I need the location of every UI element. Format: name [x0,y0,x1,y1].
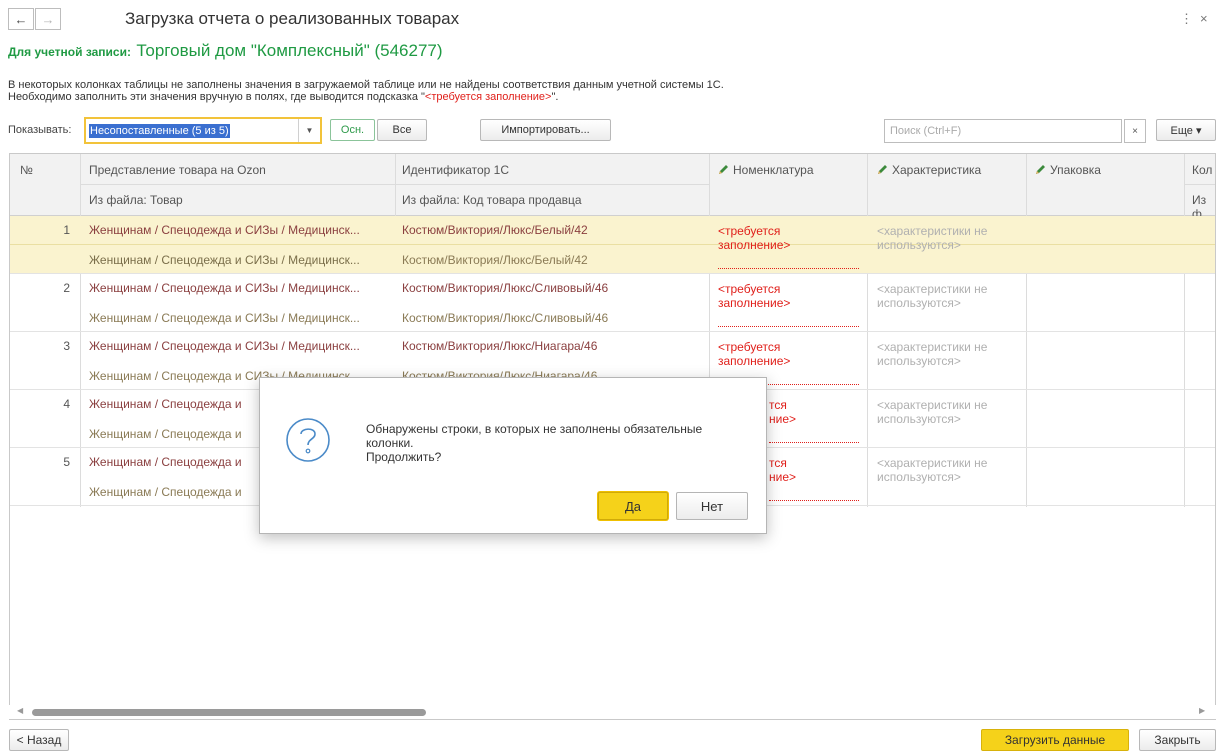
characteristic-cell: <характеристики не используются> [877,282,988,310]
main-filter-button[interactable]: Осн. [330,119,375,141]
back-nav-button[interactable]: ← [8,8,34,30]
all-filter-button[interactable]: Все [377,119,427,141]
account-line: Для учетной записи: Торговый дом "Компле… [8,41,443,61]
dialog-message: Обнаружены строки, в которых не заполнен… [366,422,703,464]
product-cell[interactable]: Женщинам / Спецодежда и СИЗы / Медицинск… [89,223,360,237]
col-package-header[interactable]: Упаковка [1035,163,1101,177]
col-id-sub-header: Из файла: Код товара продавца [402,193,582,207]
show-filter-value: Несопоставленные (5 из 5) [89,123,230,138]
show-filter-select[interactable]: Несопоставленные (5 из 5) ▼ [84,117,322,144]
nomenclature-required-cell[interactable]: <требуется заполнение> [718,340,790,368]
id-cell[interactable]: Костюм/Виктория/Люкс/Ниагара/46 [402,339,597,353]
scrollbar-thumb[interactable] [32,709,426,716]
dropdown-arrow-icon[interactable]: ▼ [298,119,320,142]
product-cell[interactable]: Женщинам / Спецодежда и [89,397,242,411]
characteristic-cell: <характеристики не используются> [877,456,988,484]
col-qty-header[interactable]: Кол [1192,163,1212,177]
id-file-cell[interactable]: Костюм/Виктория/Люкс/Белый/42 [402,253,588,267]
account-value[interactable]: Торговый дом "Комплексный" (546277) [136,41,442,60]
product-file-cell[interactable]: Женщинам / Спецодежда и СИЗы / Медицинск… [89,253,360,267]
window-title: Загрузка отчета о реализованных товарах [125,9,460,28]
characteristic-cell: <характеристики не используются> [877,398,988,426]
nomenclature-required-cell[interactable]: тся ние> [769,398,796,426]
characteristic-cell: <характеристики не используются> [877,340,988,368]
arrow-right-icon: → [41,11,55,27]
characteristic-cell: <характеристики не используются> [877,224,988,252]
nomenclature-required-cell[interactable]: <требуется заполнение> [718,282,790,310]
product-file-cell[interactable]: Женщинам / Спецодежда и [89,485,242,499]
info-line-2: Необходимо заполнить эти значения вручну… [8,91,559,103]
required-hint: <требуется заполнение> [424,91,552,103]
show-label: Показывать: [8,124,72,136]
search-input[interactable]: Поиск (Ctrl+F) [884,119,1122,143]
pencil-icon [1035,164,1046,175]
no-button[interactable]: Нет [676,492,748,520]
more-button[interactable]: Еще ▾ [1156,119,1216,141]
table-row[interactable]: 2 Женщинам / Спецодежда и СИЗы / Медицин… [10,274,1215,332]
id-cell[interactable]: Костюм/Виктория/Люкс/Сливовый/46 [402,281,608,295]
question-icon [286,418,330,462]
table-row[interactable]: 1 Женщинам / Спецодежда и СИЗы / Медицин… [10,216,1215,274]
search-clear-icon[interactable]: × [1124,119,1146,143]
arrow-left-icon: ← [14,11,28,27]
col-product-header[interactable]: Представление товара на Ozon [89,163,266,177]
nomenclature-required-cell[interactable]: тся ние> [769,456,796,484]
close-window-icon[interactable]: × [1200,11,1208,26]
yes-button[interactable]: Да [598,492,668,520]
row-number: 4 [63,397,70,411]
row-number: 5 [63,455,70,469]
col-nomenclature-header[interactable]: Номенклатура [718,163,814,177]
load-data-button[interactable]: Загрузить данные [981,729,1129,751]
nomenclature-required-cell[interactable]: <требуется заполнение> [718,224,790,252]
info-text: В некоторых колонках таблицы не заполнен… [8,79,724,103]
close-button[interactable]: Закрыть [1139,729,1216,751]
col-product-sub-header: Из файла: Товар [89,193,183,207]
id-file-cell[interactable]: Костюм/Виктория/Люкс/Сливовый/46 [402,311,608,325]
scroll-right-icon[interactable]: ▶ [1199,706,1205,715]
info-line-1: В некоторых колонках таблицы не заполнен… [8,79,724,91]
confirm-dialog: Обнаружены строки, в которых не заполнен… [259,377,767,534]
row-number: 2 [63,281,70,295]
back-button[interactable]: < Назад [9,729,69,751]
id-cell[interactable]: Костюм/Виктория/Люкс/Белый/42 [402,223,588,237]
product-cell[interactable]: Женщинам / Спецодежда и СИЗы / Медицинск… [89,281,360,295]
row-number: 3 [63,339,70,353]
pencil-icon [718,164,729,175]
col-id-header[interactable]: Идентификатор 1С [402,163,509,177]
import-button[interactable]: Импортировать... [480,119,611,141]
forward-nav-button[interactable]: → [35,8,61,30]
product-file-cell[interactable]: Женщинам / Спецодежда и СИЗы / Медицинск… [89,311,360,325]
table-header: № Представление товара на Ozon Из файла:… [10,154,1215,221]
account-label: Для учетной записи: [8,45,131,59]
scroll-left-icon[interactable]: ◀ [17,706,23,715]
more-menu-icon[interactable]: ⋮ [1180,11,1193,27]
product-cell[interactable]: Женщинам / Спецодежда и [89,455,242,469]
pencil-icon [877,164,888,175]
col-num-header[interactable]: № [20,163,33,177]
product-cell[interactable]: Женщинам / Спецодежда и СИЗы / Медицинск… [89,339,360,353]
col-characteristic-header[interactable]: Характеристика [877,163,981,177]
row-number: 1 [63,223,70,237]
product-file-cell[interactable]: Женщинам / Спецодежда и [89,427,242,441]
